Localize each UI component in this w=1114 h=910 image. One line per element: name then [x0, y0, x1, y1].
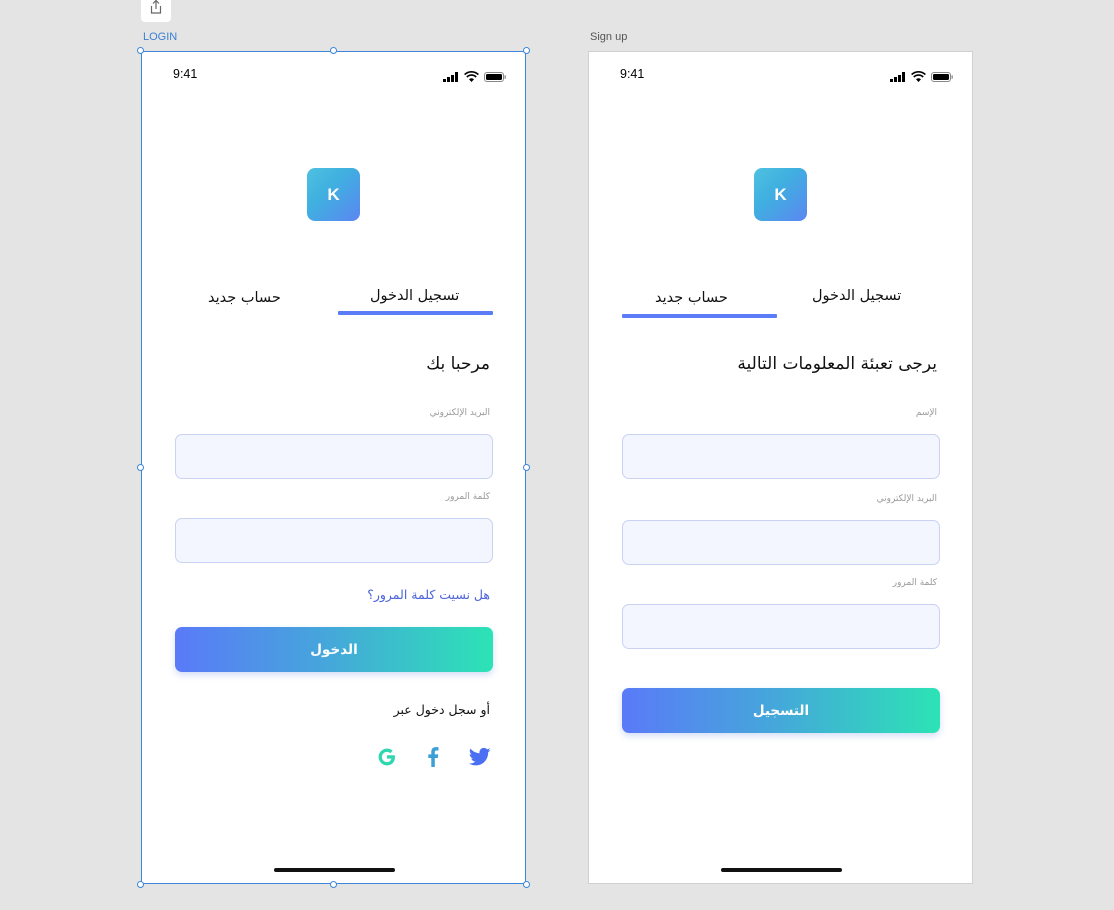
name-label: الإسم — [915, 408, 937, 418]
status-time: 9:41 — [173, 67, 198, 81]
cellular-signal-icon — [890, 67, 906, 86]
home-indicator[interactable] — [721, 868, 842, 872]
name-field[interactable] — [622, 434, 940, 479]
signup-screen: 9:41 K تسجيل الدخول حساب جديد يرجى تعبئة… — [588, 51, 973, 884]
email-label: البريد الإلكتروني — [876, 494, 937, 504]
resize-handle-bottom[interactable] — [330, 881, 337, 888]
resize-handle-bottom-left[interactable] — [137, 881, 144, 888]
cellular-signal-icon — [443, 67, 459, 86]
password-field[interactable] — [175, 518, 493, 563]
password-field[interactable] — [622, 604, 940, 649]
share-icon — [148, 0, 164, 19]
welcome-heading: مرحبا بك — [426, 354, 490, 374]
email-field[interactable] — [175, 434, 493, 479]
signup-button[interactable]: التسجيل — [622, 688, 940, 733]
tab-signup[interactable]: حساب جديد — [655, 290, 728, 306]
artboard-label-signup[interactable]: Sign up — [590, 31, 627, 43]
artboard-label-login[interactable]: LOGIN — [143, 31, 177, 43]
battery-icon — [484, 67, 506, 86]
resize-handle-right[interactable] — [523, 464, 530, 471]
resize-handle-left[interactable] — [137, 464, 144, 471]
resize-handle-top-right[interactable] — [523, 47, 530, 54]
app-logo: K — [307, 168, 360, 221]
battery-icon — [931, 67, 953, 86]
password-label: كلمة المرور — [445, 492, 490, 502]
facebook-icon[interactable] — [422, 746, 444, 768]
home-indicator[interactable] — [274, 868, 395, 872]
social-login-prompt: أو سجل دخول عبر — [393, 702, 490, 717]
wifi-icon — [464, 67, 479, 86]
tab-login[interactable]: تسجيل الدخول — [812, 288, 901, 304]
resize-handle-top[interactable] — [330, 47, 337, 54]
share-button[interactable] — [141, 0, 171, 22]
twitter-icon[interactable] — [469, 746, 491, 768]
email-label: البريد الإلكتروني — [429, 408, 490, 418]
app-logo: K — [754, 168, 807, 221]
signup-heading: يرجى تعبئة المعلومات التالية — [737, 354, 937, 374]
resize-handle-top-left[interactable] — [137, 47, 144, 54]
active-tab-indicator — [338, 311, 493, 315]
wifi-icon — [911, 67, 926, 86]
status-time: 9:41 — [620, 67, 645, 81]
status-icons — [890, 67, 953, 86]
forgot-password-link[interactable]: هل نسيت كلمة المرور؟ — [367, 587, 490, 602]
password-label: كلمة المرور — [892, 578, 937, 588]
status-icons — [443, 67, 506, 86]
active-tab-indicator — [622, 314, 777, 318]
resize-handle-bottom-right[interactable] — [523, 881, 530, 888]
email-field[interactable] — [622, 520, 940, 565]
tab-login[interactable]: تسجيل الدخول — [370, 288, 459, 304]
tab-signup[interactable]: حساب جديد — [208, 290, 281, 306]
login-screen: 9:41 K تسجيل الدخول حساب جديد مرحبا بك ا… — [141, 51, 526, 884]
google-icon[interactable] — [376, 746, 398, 768]
login-button[interactable]: الدخول — [175, 627, 493, 672]
